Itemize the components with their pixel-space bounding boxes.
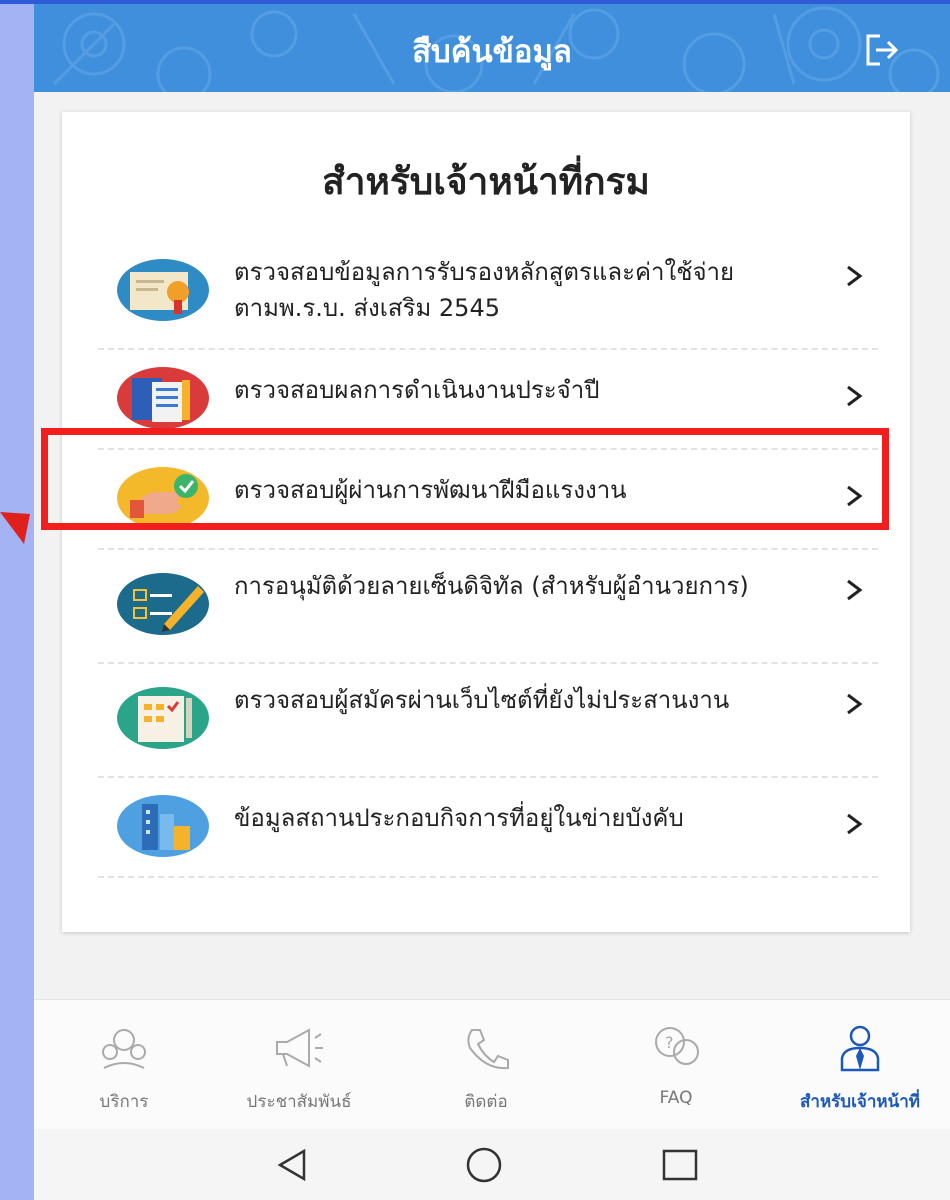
officer-menu-card: สำหรับเจ้าหน้าที่กรม ตรวจสอบข้อมูลการรับ… <box>62 112 910 932</box>
menu-item-label: ตรวจสอบข้อมูลการรับรองหลักสูตรและค่าใช้จ… <box>234 258 735 322</box>
nav-tab-news[interactable]: ประชาสัมพันธ์ <box>209 1022 389 1115</box>
page-title: สืบค้นข้อมูล <box>412 34 572 70</box>
card-title: สำหรับเจ้าหน้าที่กรม <box>322 160 650 203</box>
certificate-icon <box>117 259 209 321</box>
svg-text:?: ? <box>665 1033 674 1052</box>
menu-item-course-certification[interactable]: ตรวจสอบข้อมูลการรับรองหลักสูตรและค่าใช้จ… <box>98 234 878 350</box>
nav-label: ติดต่อ <box>464 1092 508 1112</box>
faq-icon: ? <box>655 1027 699 1065</box>
logout-icon[interactable] <box>862 30 902 70</box>
nav-tab-service[interactable]: บริการ <box>34 1022 214 1115</box>
menu-item-label: การอนุมัติด้วยลายเซ็นดิจิทัล (สำหรับผู้อ… <box>234 572 749 600</box>
phone-screen: สืบค้นข้อมูล สำหรับเจ้าหน้าที่กรม ตรวจสอ… <box>34 4 950 1200</box>
chevron-right-icon <box>847 385 863 407</box>
nav-label: FAQ <box>659 1088 693 1108</box>
menu-item-digital-signature[interactable]: การอนุมัติด้วยลายเซ็นดิจิทัล (สำหรับผู้อ… <box>98 548 878 664</box>
thumbs-up-check-icon <box>117 467 209 529</box>
menu-item-skill-development[interactable]: ตรวจสอบผู้ผ่านการพัฒนาฝีมือแรงงาน <box>98 448 878 550</box>
applicant-list-icon <box>117 687 209 749</box>
menu-item-annual-performance[interactable]: ตรวจสอบผลการดำเนินงานประจำปี <box>98 348 878 450</box>
menu-item-label: ตรวจสอบผลการดำเนินงานประจำปี <box>234 376 600 404</box>
buildings-icon <box>117 795 209 857</box>
menu-item-web-applicants[interactable]: ตรวจสอบผู้สมัครผ่านเว็บไซต์ที่ยังไม่ประส… <box>98 662 878 778</box>
pointer-arrow-icon <box>0 512 30 544</box>
chevron-right-icon <box>847 485 863 507</box>
chevron-right-icon <box>847 579 863 601</box>
nav-label: ประชาสัมพันธ์ <box>246 1092 352 1112</box>
digital-signature-icon <box>117 573 209 635</box>
officer-icon <box>840 1025 880 1072</box>
menu-item-compulsory-establishments[interactable]: ข้อมูลสถานประกอบกิจการที่อยู่ในข่ายบังคั… <box>98 776 878 878</box>
chevron-right-icon <box>847 265 863 287</box>
service-icon <box>102 1029 146 1069</box>
back-icon[interactable] <box>270 1143 314 1187</box>
app-bar: สืบค้นข้อมูล <box>34 4 950 92</box>
menu-item-label: ตรวจสอบผู้ผ่านการพัฒนาฝีมือแรงงาน <box>234 476 627 504</box>
system-navigation-bar <box>34 1129 950 1200</box>
documents-icon <box>117 367 209 429</box>
recents-icon[interactable] <box>658 1143 702 1187</box>
nav-tab-faq[interactable]: ? FAQ <box>586 1022 766 1108</box>
menu-item-label: ตรวจสอบผู้สมัครผ่านเว็บไซต์ที่ยังไม่ประส… <box>234 686 730 714</box>
chevron-right-icon <box>847 813 863 835</box>
nav-label: สำหรับเจ้าหน้าที่ <box>800 1092 920 1112</box>
chevron-right-icon <box>847 693 863 715</box>
bottom-navigation: บริการ ประชาสัมพันธ์ ติดต่อ ? FAQ สำหรับ… <box>34 999 950 1130</box>
menu-item-label: ข้อมูลสถานประกอบกิจการที่อยู่ในข่ายบังคั… <box>234 804 684 832</box>
megaphone-icon <box>276 1028 323 1068</box>
nav-tab-contact[interactable]: ติดต่อ <box>396 1022 576 1115</box>
nav-tab-officer[interactable]: สำหรับเจ้าหน้าที่ <box>770 1022 950 1115</box>
nav-label: บริการ <box>99 1092 149 1112</box>
phone-icon <box>467 1029 509 1070</box>
home-icon[interactable] <box>462 1143 506 1187</box>
